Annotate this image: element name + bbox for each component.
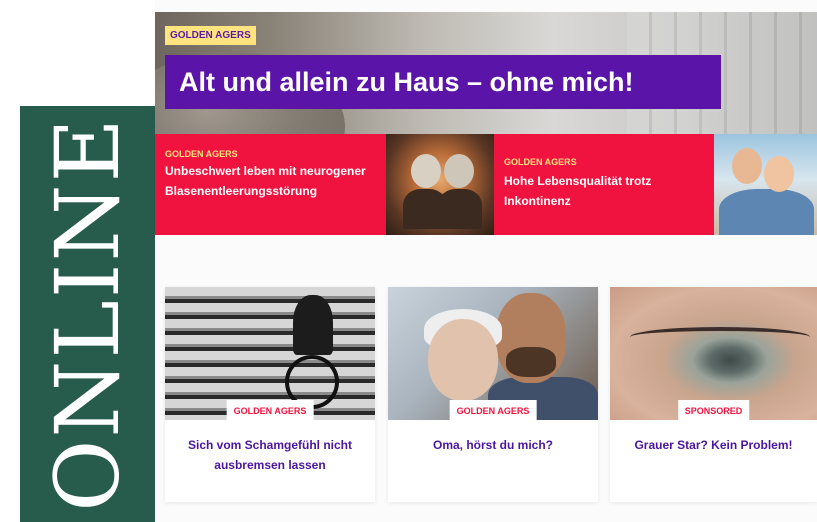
image-figure — [428, 319, 498, 401]
teaser-category-tag[interactable]: GOLDEN AGERS — [165, 149, 238, 159]
image-figure — [506, 347, 556, 377]
image-figure — [293, 295, 333, 355]
image-figure — [764, 156, 794, 192]
article-card[interactable]: GOLDEN AGERS Oma, hörst du mich? — [388, 287, 598, 502]
card-category-badge[interactable]: GOLDEN AGERS — [226, 400, 314, 422]
teaser-title[interactable]: Hohe Lebensqualität trotz Inkontinenz — [504, 171, 714, 211]
image-figure — [444, 154, 474, 188]
teaser-category-tag[interactable]: GOLDEN AGERS — [504, 157, 577, 167]
hero-article[interactable]: GOLDEN AGERS Alt und allein zu Haus – oh… — [155, 12, 817, 134]
article-card[interactable]: GOLDEN AGERS Sich vom Schamgefühl nicht … — [165, 287, 375, 502]
card-category-badge[interactable]: GOLDEN AGERS — [449, 400, 537, 422]
card-title[interactable]: Grauer Star? Kein Problem! — [618, 435, 809, 455]
image-figure — [438, 189, 482, 229]
teaser-card[interactable]: GOLDEN AGERS Unbeschwert leben mit neuro… — [155, 134, 386, 235]
online-label: ONLINE — [35, 116, 139, 512]
teaser-title[interactable]: Unbeschwert leben mit neurogener Blasene… — [165, 161, 380, 201]
online-banner: ONLINE — [20, 106, 155, 522]
image-figure — [630, 327, 810, 347]
teaser-card[interactable]: GOLDEN AGERS Hohe Lebensqualität trotz I… — [494, 134, 714, 235]
teaser-image-elderly-couple[interactable] — [386, 134, 494, 235]
article-card[interactable]: SPONSORED Grauer Star? Kein Problem! — [610, 287, 817, 502]
hero-category-tag[interactable]: GOLDEN AGERS — [165, 26, 256, 45]
teaser-strip: GOLDEN AGERS Unbeschwert leben mit neuro… — [155, 134, 817, 235]
magazine-page: GOLDEN AGERS Alt und allein zu Haus – oh… — [155, 0, 817, 522]
image-figure — [719, 189, 814, 235]
image-figure — [732, 148, 762, 184]
teaser-image-smiling-couple[interactable] — [714, 134, 817, 235]
card-title[interactable]: Sich vom Schamgefühl nicht ausbremsen la… — [173, 435, 367, 475]
card-title[interactable]: Oma, hörst du mich? — [396, 435, 590, 455]
card-category-badge[interactable]: SPONSORED — [677, 400, 750, 422]
hero-title[interactable]: Alt und allein zu Haus – ohne mich! — [165, 55, 721, 109]
image-figure — [411, 154, 441, 188]
